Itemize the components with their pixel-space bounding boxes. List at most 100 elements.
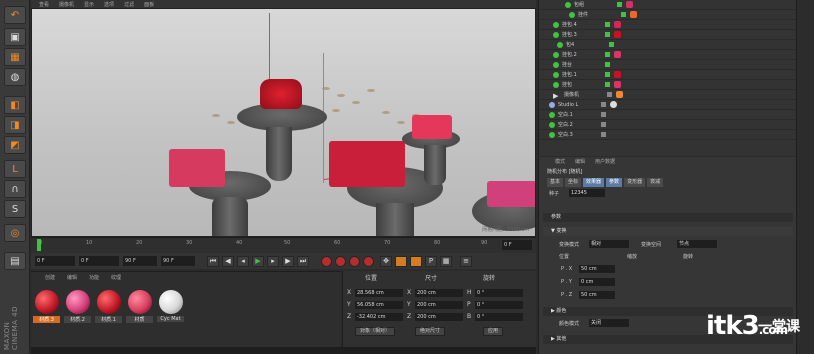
magnet-tool-icon[interactable]: ∩ bbox=[4, 180, 26, 198]
render-tool-icon[interactable]: ◩ bbox=[4, 136, 26, 154]
size-y-field[interactable]: 200 cm bbox=[415, 300, 463, 309]
material-swatch[interactable]: 材质.3 bbox=[33, 290, 60, 323]
visibility-flag[interactable] bbox=[607, 92, 612, 97]
move-key-icon[interactable]: ✥ bbox=[380, 255, 392, 267]
visibility-flag[interactable] bbox=[605, 72, 610, 77]
color-mode-dropdown[interactable]: 关闭 bbox=[589, 319, 629, 327]
section-transform[interactable]: ▼ 变换 bbox=[543, 227, 793, 236]
grid-key-icon[interactable]: ▦ bbox=[440, 255, 452, 267]
visibility-flag[interactable] bbox=[605, 62, 610, 67]
record-icon[interactable] bbox=[321, 255, 332, 267]
go-end-icon[interactable]: ⏭ bbox=[297, 255, 309, 267]
material-tag-icon[interactable] bbox=[610, 101, 617, 108]
viewport-menu-panel[interactable]: 面板 bbox=[144, 1, 154, 8]
visibility-flag[interactable] bbox=[601, 122, 606, 127]
material-tag-icon[interactable] bbox=[614, 51, 621, 58]
mat-menu-texture[interactable]: 纹理 bbox=[111, 274, 121, 281]
material-tag-icon[interactable] bbox=[614, 81, 621, 88]
mat-menu-edit[interactable]: 编辑 bbox=[67, 274, 77, 281]
visibility-flag[interactable] bbox=[605, 52, 610, 57]
keyframe-sel-icon[interactable] bbox=[349, 255, 360, 267]
position-y-field[interactable]: 56.058 cm bbox=[355, 300, 403, 309]
material-swatch[interactable]: 材质.2 bbox=[64, 290, 91, 323]
l-tool-icon[interactable]: L bbox=[4, 160, 26, 178]
seed-field[interactable]: 12345 bbox=[569, 189, 605, 197]
tab-params[interactable]: 参数 bbox=[606, 178, 623, 187]
size-z-field[interactable]: 200 cm bbox=[415, 312, 463, 321]
size-mode-dropdown[interactable]: 绝对尺寸 bbox=[415, 327, 446, 336]
scale-key-icon[interactable] bbox=[395, 255, 407, 267]
next-key-icon[interactable]: ▶ bbox=[282, 255, 294, 267]
cylinder-tool-icon[interactable]: ◨ bbox=[4, 116, 26, 134]
visibility-flag[interactable] bbox=[605, 22, 610, 27]
section-params[interactable]: 参数 bbox=[543, 213, 793, 222]
object-row[interactable]: 挂件 bbox=[539, 10, 797, 20]
tab-coord[interactable]: 坐标 bbox=[565, 178, 582, 187]
undo-icon[interactable]: ↶ bbox=[4, 6, 26, 24]
material-tag-icon[interactable] bbox=[630, 11, 637, 18]
material-tag-icon[interactable] bbox=[614, 21, 621, 28]
param-pz-field[interactable]: 50 cm bbox=[579, 291, 615, 299]
transform-mode-dropdown[interactable]: 相对 bbox=[589, 240, 629, 248]
rotation-p-field[interactable]: 0 ° bbox=[475, 300, 523, 309]
red-handbag[interactable] bbox=[260, 79, 302, 109]
grid-tool-icon[interactable]: ▤ bbox=[4, 252, 26, 270]
protection-tag-icon[interactable] bbox=[616, 91, 623, 98]
tab-falloff[interactable]: 衰减 bbox=[647, 178, 664, 187]
play-icon[interactable]: ▶ bbox=[252, 255, 264, 267]
tab-deformer[interactable]: 变形器 bbox=[624, 178, 646, 187]
start-frame-field[interactable]: 0 F bbox=[35, 256, 75, 266]
pink-bag-small[interactable] bbox=[412, 115, 452, 139]
visibility-flag[interactable] bbox=[601, 112, 606, 117]
visibility-flag[interactable] bbox=[609, 42, 614, 47]
visibility-flag[interactable] bbox=[617, 2, 622, 7]
material-tag-icon[interactable] bbox=[626, 1, 633, 8]
object-row[interactable]: 挂包.2 bbox=[539, 50, 797, 60]
attr-menu-userdata[interactable]: 用户数据 bbox=[595, 158, 615, 165]
object-row[interactable]: 空白.1 bbox=[539, 110, 797, 120]
mat-menu-create[interactable]: 创建 bbox=[45, 274, 55, 281]
autokey-icon[interactable] bbox=[335, 255, 346, 267]
rotate-key-icon[interactable] bbox=[410, 255, 422, 267]
timeline-menu-icon[interactable]: ≡ bbox=[460, 255, 472, 267]
attr-menu-edit[interactable]: 编辑 bbox=[575, 158, 585, 165]
object-row[interactable]: 挂包.1 bbox=[539, 70, 797, 80]
size-x-field[interactable]: 200 cm bbox=[415, 288, 463, 297]
frame-field[interactable]: 0 F bbox=[502, 240, 532, 250]
position-z-field[interactable]: -32.402 cm bbox=[355, 312, 403, 321]
box-tool-icon[interactable]: ◧ bbox=[4, 96, 26, 114]
visibility-flag[interactable] bbox=[605, 32, 610, 37]
object-row[interactable]: 空白.3 bbox=[539, 130, 797, 140]
material-tag-icon[interactable] bbox=[614, 31, 621, 38]
orbit-tool-icon[interactable]: ◎ bbox=[4, 224, 26, 242]
object-row[interactable]: 挂包.4 bbox=[539, 20, 797, 30]
tab-effector[interactable]: 效果器 bbox=[583, 178, 605, 187]
prev-key-icon[interactable]: ◀ bbox=[222, 255, 234, 267]
prev-frame-icon[interactable]: ◂ bbox=[237, 255, 249, 267]
end-frame-field-2[interactable]: 90 F bbox=[161, 256, 195, 266]
visibility-flag[interactable] bbox=[605, 82, 610, 87]
object-row[interactable]: 包4 bbox=[539, 40, 797, 50]
param-key-icon[interactable]: P bbox=[425, 255, 437, 267]
viewport-menu-display[interactable]: 显示 bbox=[84, 1, 94, 8]
next-frame-icon[interactable]: ▸ bbox=[267, 255, 279, 267]
cube-tool-icon[interactable]: ▣ bbox=[4, 28, 26, 46]
visibility-flag[interactable] bbox=[601, 102, 606, 107]
object-row[interactable]: 挂包 bbox=[539, 80, 797, 90]
object-row[interactable]: 挂包.3 bbox=[539, 30, 797, 40]
sphere-tool-icon[interactable]: ◍ bbox=[4, 68, 26, 86]
magenta-bag[interactable] bbox=[487, 181, 535, 207]
material-swatch[interactable]: 材质.1 bbox=[95, 290, 122, 323]
attr-menu-mode[interactable]: 模式 bbox=[555, 158, 565, 165]
s-tool-icon[interactable]: S bbox=[4, 200, 26, 218]
viewport-menu-view[interactable]: 查看 bbox=[39, 1, 49, 8]
tab-basic[interactable]: 基本 bbox=[547, 178, 564, 187]
object-row[interactable]: 包组 bbox=[539, 0, 797, 10]
object-row[interactable]: 挂台 bbox=[539, 60, 797, 70]
go-start-icon[interactable]: ⏮ bbox=[207, 255, 219, 267]
pink-handbag[interactable] bbox=[169, 149, 225, 187]
material-swatch[interactable]: Cyc Mat bbox=[157, 290, 184, 322]
visibility-flag[interactable] bbox=[621, 12, 626, 17]
current-frame-field[interactable]: 0 F bbox=[79, 256, 119, 266]
viewport-menu-options[interactable]: 选项 bbox=[104, 1, 114, 8]
